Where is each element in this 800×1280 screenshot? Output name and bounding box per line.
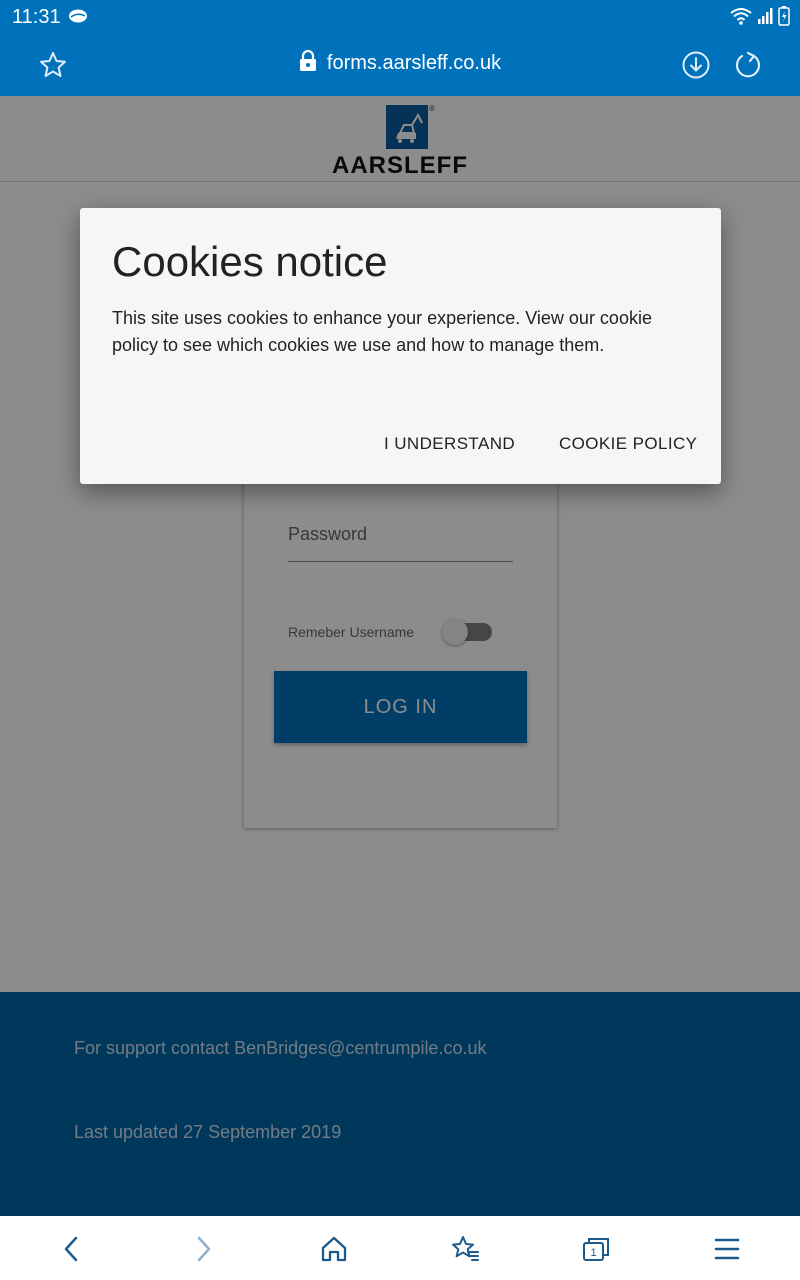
url-text: forms.aarsleff.co.uk: [326, 52, 502, 74]
status-time: 11:31: [12, 6, 61, 28]
browser-toolbar: forms.aarsleff.co.uk: [0, 34, 800, 96]
address-bar[interactable]: forms.aarsleff.co.uk: [0, 49, 800, 78]
status-bar: 11:31: [0, 0, 800, 34]
dialog-title: Cookies notice: [112, 238, 388, 285]
cookies-dialog: Cookies notice This site uses cookies to…: [80, 208, 721, 484]
tabs-icon[interactable]: 1: [581, 1234, 611, 1264]
signal-icon: [757, 7, 773, 30]
cookie-policy-button[interactable]: COOKIE POLICY: [559, 434, 697, 454]
dialog-message: This site uses cookies to enhance your e…: [112, 308, 652, 355]
status-icons: [730, 6, 790, 31]
forward-icon[interactable]: [188, 1234, 218, 1264]
i-understand-button[interactable]: I UNDERSTAND: [384, 434, 515, 454]
menu-icon[interactable]: [712, 1234, 742, 1264]
cloud-icon: [68, 8, 88, 29]
bookmarks-icon[interactable]: [450, 1234, 480, 1264]
wifi-icon: [730, 7, 752, 30]
lock-icon: [299, 49, 317, 78]
svg-text:1: 1: [590, 1247, 596, 1259]
reload-icon[interactable]: [733, 50, 763, 80]
download-icon[interactable]: [681, 50, 711, 80]
home-icon[interactable]: [319, 1234, 349, 1264]
browser-bottom-nav: 1: [0, 1216, 800, 1280]
battery-icon: [778, 6, 790, 31]
back-icon[interactable]: [57, 1234, 87, 1264]
